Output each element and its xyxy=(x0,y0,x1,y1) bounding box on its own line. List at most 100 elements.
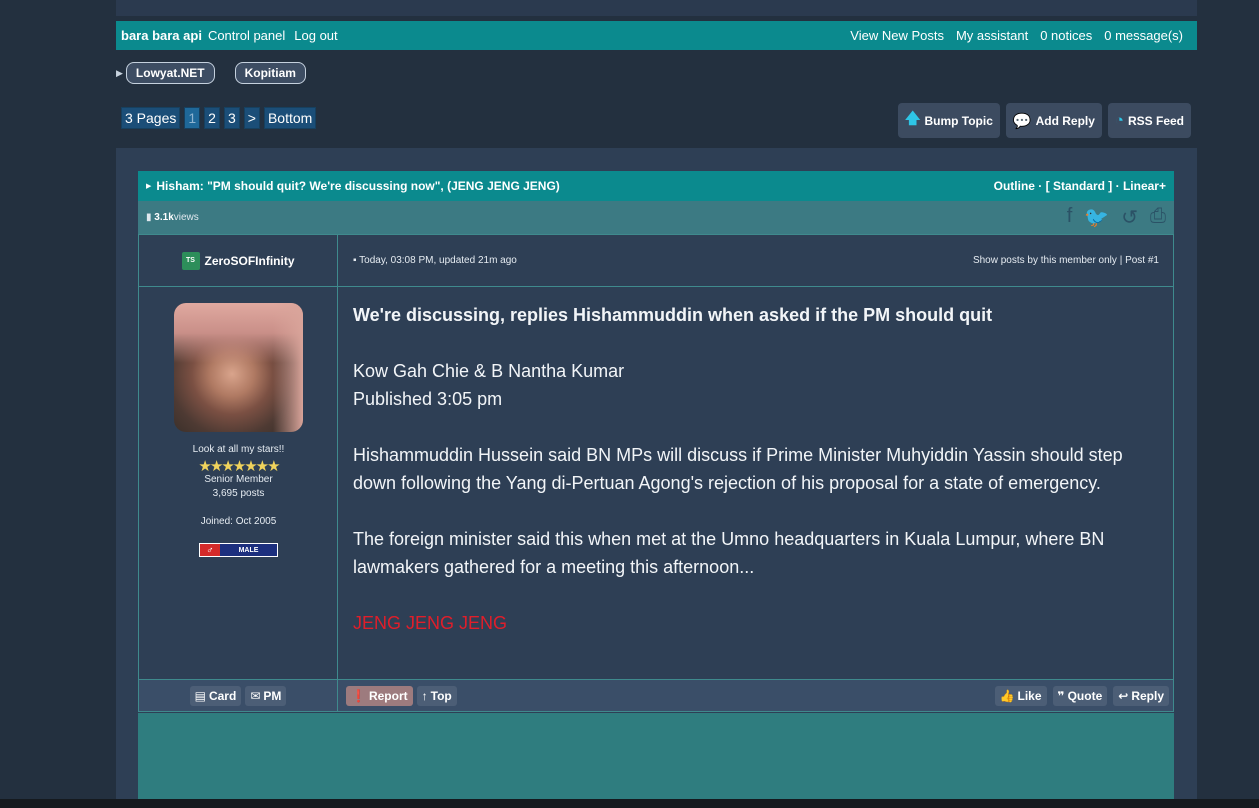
page-wrapper: bara bara api Control panel Log out View… xyxy=(116,0,1197,808)
avatar[interactable] xyxy=(174,303,303,432)
facebook-icon[interactable]: f xyxy=(1067,205,1073,230)
breadcrumb-kopitiam[interactable]: Kopitiam xyxy=(234,62,306,84)
topic-arrow-icon: ▶ xyxy=(146,183,152,190)
reply-label: Reply xyxy=(1131,689,1164,703)
reply-icon: ↩ xyxy=(1118,689,1129,703)
gender-badge: ♂ MALE xyxy=(199,543,278,557)
top-label: Top xyxy=(430,689,452,703)
topic-panel: ▶ Hisham: "PM should quit? We're discuss… xyxy=(116,148,1197,808)
post-footer: ▤ Card ✉ PM ❗ Report ↑ Top 👍 Like ❞ Quot… xyxy=(139,679,1173,712)
article-paragraph-1: Hishammuddin Hussein said BN MPs will di… xyxy=(353,445,1123,493)
article-published: Published 3:05 pm xyxy=(353,389,503,409)
rank-stars-icon: ★★★★★★★ xyxy=(198,458,280,475)
post-content: We're discussing, replies Hishammuddin w… xyxy=(353,287,1163,679)
rss-feed-button[interactable]: ◔ RSS Feed xyxy=(1107,103,1191,138)
bottom-button[interactable]: Bottom xyxy=(263,107,317,129)
page-3[interactable]: 3 xyxy=(223,107,240,129)
pages-count[interactable]: 3 Pages xyxy=(121,107,181,129)
document-icon: ▪ xyxy=(353,255,357,266)
history-icon[interactable]: ↺ xyxy=(1121,205,1138,230)
share-icons: f 🐦 ↺ ⎙ xyxy=(1067,205,1166,230)
post-date-text: Today, 03:08 PM, updated 21m ago xyxy=(359,255,517,266)
topic-starter-badge: TS xyxy=(181,251,200,270)
user-bar: bara bara api Control panel Log out View… xyxy=(116,21,1197,50)
views-bar: ▮ 3.1k views f 🐦 ↺ ⎙ xyxy=(138,201,1174,234)
add-reply-button[interactable]: 💬 Add Reply xyxy=(1005,103,1102,138)
author-sidebar: Look at all my stars!! ★★★★★★★ Senior Me… xyxy=(139,287,338,679)
article-paragraph-2: The foreign minister said this when met … xyxy=(353,529,1105,577)
post-reactions: 👍 Like ❞ Quote ↩ Reply xyxy=(994,680,1169,712)
id-card-icon: ▤ xyxy=(194,689,206,703)
report-label: Report xyxy=(368,689,408,703)
post-tools: ❗ Report ↑ Top xyxy=(346,680,457,712)
reply-button[interactable]: ↩ Reply xyxy=(1113,686,1169,706)
bump-topic-button[interactable]: 🡅 Bump Topic xyxy=(898,103,1000,138)
my-assistant-link[interactable]: My assistant xyxy=(956,28,1028,43)
exclamation-icon: ❗ xyxy=(351,689,366,703)
post-number-link[interactable]: Post #1 xyxy=(1125,255,1159,266)
arrow-up-icon: 🡅 xyxy=(905,110,921,127)
logout-link[interactable]: Log out xyxy=(294,28,337,43)
author-actions: ▤ Card ✉ PM xyxy=(139,680,338,712)
quote-label: Quote xyxy=(1067,689,1103,703)
rss-feed-label: RSS Feed xyxy=(1127,113,1184,128)
add-reply-label: Add Reply xyxy=(1035,113,1095,128)
next-post-area xyxy=(138,713,1174,808)
post-meta: Show posts by this member only | Post #1 xyxy=(973,255,1159,266)
report-button[interactable]: ❗ Report xyxy=(346,686,413,706)
view-modes[interactable]: Outline · [ Standard ] · Linear+ xyxy=(994,179,1166,193)
breadcrumb-lowyat[interactable]: Lowyat.NET xyxy=(125,62,215,84)
bump-topic-label: Bump Topic xyxy=(924,113,993,128)
pm-button[interactable]: ✉ PM xyxy=(245,686,287,706)
like-button[interactable]: 👍 Like xyxy=(994,686,1047,706)
show-posts-by-member-link[interactable]: Show posts by this member only xyxy=(973,255,1117,266)
twitter-icon[interactable]: 🐦 xyxy=(1084,205,1109,230)
top-strip xyxy=(116,0,1197,16)
pm-label: PM xyxy=(263,689,282,703)
like-label: Like xyxy=(1017,689,1042,703)
article-headline: We're discussing, replies Hishammuddin w… xyxy=(353,305,993,325)
views-label: views xyxy=(173,212,199,223)
gender-label: MALE xyxy=(238,546,259,554)
views-count: 3.1k xyxy=(154,212,174,223)
post-header: TS ZeroSOFInfinity ▪ Today, 03:08 PM, up… xyxy=(139,235,1173,287)
author-joined: Joined: Oct 2005 xyxy=(200,516,277,527)
arrow-up-icon: ↑ xyxy=(421,689,428,703)
speech-bubble-icon: 💬 xyxy=(1012,112,1032,130)
author-rank: Senior Member xyxy=(204,474,273,485)
username-link[interactable]: bara bara api xyxy=(121,28,202,43)
topic-actions: 🡅 Bump Topic 💬 Add Reply ◔ RSS Feed xyxy=(898,103,1191,138)
pagination: 3 Pages 1 2 3 > Bottom xyxy=(121,107,317,129)
jeng-jeng-text: JENG JENG JENG xyxy=(353,613,508,633)
bottom-bar xyxy=(0,799,1259,808)
card-button[interactable]: ▤ Card xyxy=(189,686,242,706)
page-2[interactable]: 2 xyxy=(204,107,220,129)
author-name[interactable]: ZeroSOFInfinity xyxy=(205,254,295,268)
quote-button[interactable]: ❞ Quote xyxy=(1052,686,1108,706)
thumbs-up-icon: 👍 xyxy=(999,689,1015,703)
article-byline: Kow Gah Chie & B Nantha Kumar xyxy=(353,361,625,381)
notices-link[interactable]: 0 notices xyxy=(1040,28,1092,43)
topic-title-bar: ▶ Hisham: "PM should quit? We're discuss… xyxy=(138,171,1174,201)
page-1: 1 xyxy=(184,107,201,129)
control-panel-link[interactable]: Control panel xyxy=(208,28,285,43)
breadcrumb: ▶ Lowyat.NET Kopitiam xyxy=(116,61,326,85)
breadcrumb-arrow-icon: ▶ xyxy=(116,67,123,78)
view-new-posts-link[interactable]: View New Posts xyxy=(850,28,944,43)
card-label: Card xyxy=(208,689,237,703)
user-bar-right: View New Posts My assistant 0 notices 0 … xyxy=(847,28,1192,43)
print-icon[interactable]: ⎙ xyxy=(1150,205,1166,230)
author-tagline: Look at all my stars!! xyxy=(192,444,285,455)
views-icon: ▮ xyxy=(146,212,152,223)
envelope-icon: ✉ xyxy=(250,689,261,703)
next-page-button[interactable]: > xyxy=(243,107,260,129)
male-icon: ♂ xyxy=(200,544,220,556)
post: TS ZeroSOFInfinity ▪ Today, 03:08 PM, up… xyxy=(138,234,1174,712)
messages-link[interactable]: 0 message(s) xyxy=(1104,28,1183,43)
top-button[interactable]: ↑ Top xyxy=(416,686,457,706)
rss-icon: ◔ xyxy=(1114,112,1124,129)
post-date: ▪ Today, 03:08 PM, updated 21m ago xyxy=(353,255,517,266)
author-post-count: 3,695 posts xyxy=(212,488,265,499)
post-author: TS ZeroSOFInfinity xyxy=(139,235,338,286)
topic-title: Hisham: "PM should quit? We're discussin… xyxy=(156,179,560,193)
